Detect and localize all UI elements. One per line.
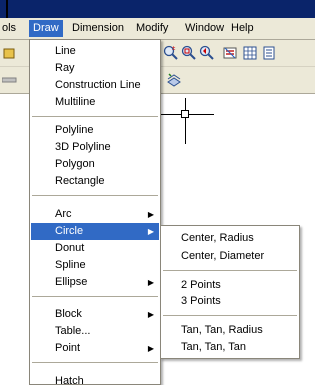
menu-item-polygon[interactable]: Polygon [31,156,159,173]
layer-previous-icon[interactable] [166,72,182,88]
menu-item-block-label: Block [55,308,82,320]
menu-separator [32,296,158,297]
menu-item-line[interactable]: Line [31,43,159,60]
menu-item-ellipse[interactable]: Ellipse ▶ [31,274,159,291]
submenu-item-3-points[interactable]: 3 Points [162,293,298,310]
zoom-window-icon[interactable] [181,45,197,61]
zoom-previous-icon[interactable] [199,45,215,61]
tool-palettes-icon[interactable] [262,45,278,61]
submenu-item-tan-tan-tan[interactable]: Tan, Tan, Tan [162,339,298,356]
title-bar [0,0,315,18]
menu-modify[interactable]: Modify [132,20,172,37]
submenu-arrow-icon: ▶ [147,310,154,319]
submenu-separator [163,270,297,271]
submenu-arrow-icon: ▶ [147,210,154,219]
draw-menu: Line Ray Construction Line Multiline Pol… [29,39,161,385]
menu-item-ray[interactable]: Ray [31,60,159,77]
menu-item-table[interactable]: Table... [31,323,159,340]
menu-dimension[interactable]: Dimension [68,20,128,37]
menu-item-3d-polyline[interactable]: 3D Polyline [31,139,159,156]
menu-tools[interactable]: ols [0,20,20,37]
crosshair-vertical [185,98,186,144]
submenu-arrow-icon: ▶ [147,278,154,287]
svg-text:±: ± [172,46,176,52]
menu-item-hatch[interactable]: Hatch [31,373,159,384]
menu-item-arc-label: Arc [55,208,72,220]
menu-separator [32,362,158,363]
menu-item-spline[interactable]: Spline [31,257,159,274]
submenu-arrow-icon: ▶ [147,344,154,353]
menu-item-donut[interactable]: Donut [31,240,159,257]
menu-item-polyline[interactable]: Polyline [31,122,159,139]
menu-bar: ols Draw Dimension Modify Window Help [0,18,315,40]
menu-item-circle-label: Circle [55,225,84,237]
menu-item-arc[interactable]: Arc ▶ [31,206,159,223]
menu-item-ellipse-label: Ellipse [55,276,88,288]
menu-item-point[interactable]: Point ▶ [31,340,159,357]
text-cursor [6,0,8,18]
menu-item-multiline[interactable]: Multiline [31,94,159,111]
submenu-item-center-radius[interactable]: Center, Radius [162,230,298,247]
menu-separator [32,195,158,196]
menu-draw[interactable]: Draw [29,20,63,37]
toolbar-partial-icon-2[interactable] [2,72,18,88]
menu-item-circle[interactable]: Circle ▶ [31,223,159,240]
menu-item-construction-line[interactable]: Construction Line [31,77,159,94]
design-center-icon[interactable] [242,45,258,61]
menu-item-rectangle[interactable]: Rectangle [31,173,159,190]
crosshair-pickbox [181,110,189,118]
submenu-item-tan-tan-radius[interactable]: Tan, Tan, Radius [162,322,298,339]
circle-submenu: Center, Radius Center, Diameter 2 Points… [160,225,300,359]
menu-help[interactable]: Help [227,20,258,37]
submenu-separator [163,315,297,316]
toolbar-partial-icon[interactable] [2,45,18,61]
menu-item-point-label: Point [55,342,81,354]
menu-window[interactable]: Window [181,20,228,37]
submenu-item-2-points[interactable]: 2 Points [162,277,298,294]
submenu-arrow-icon: ▶ [147,227,154,236]
properties-icon[interactable] [222,45,238,61]
menu-item-block[interactable]: Block ▶ [31,306,159,323]
submenu-item-center-diameter[interactable]: Center, Diameter [162,248,298,265]
zoom-realtime-icon[interactable]: ± [163,45,179,61]
menu-separator [32,116,158,117]
